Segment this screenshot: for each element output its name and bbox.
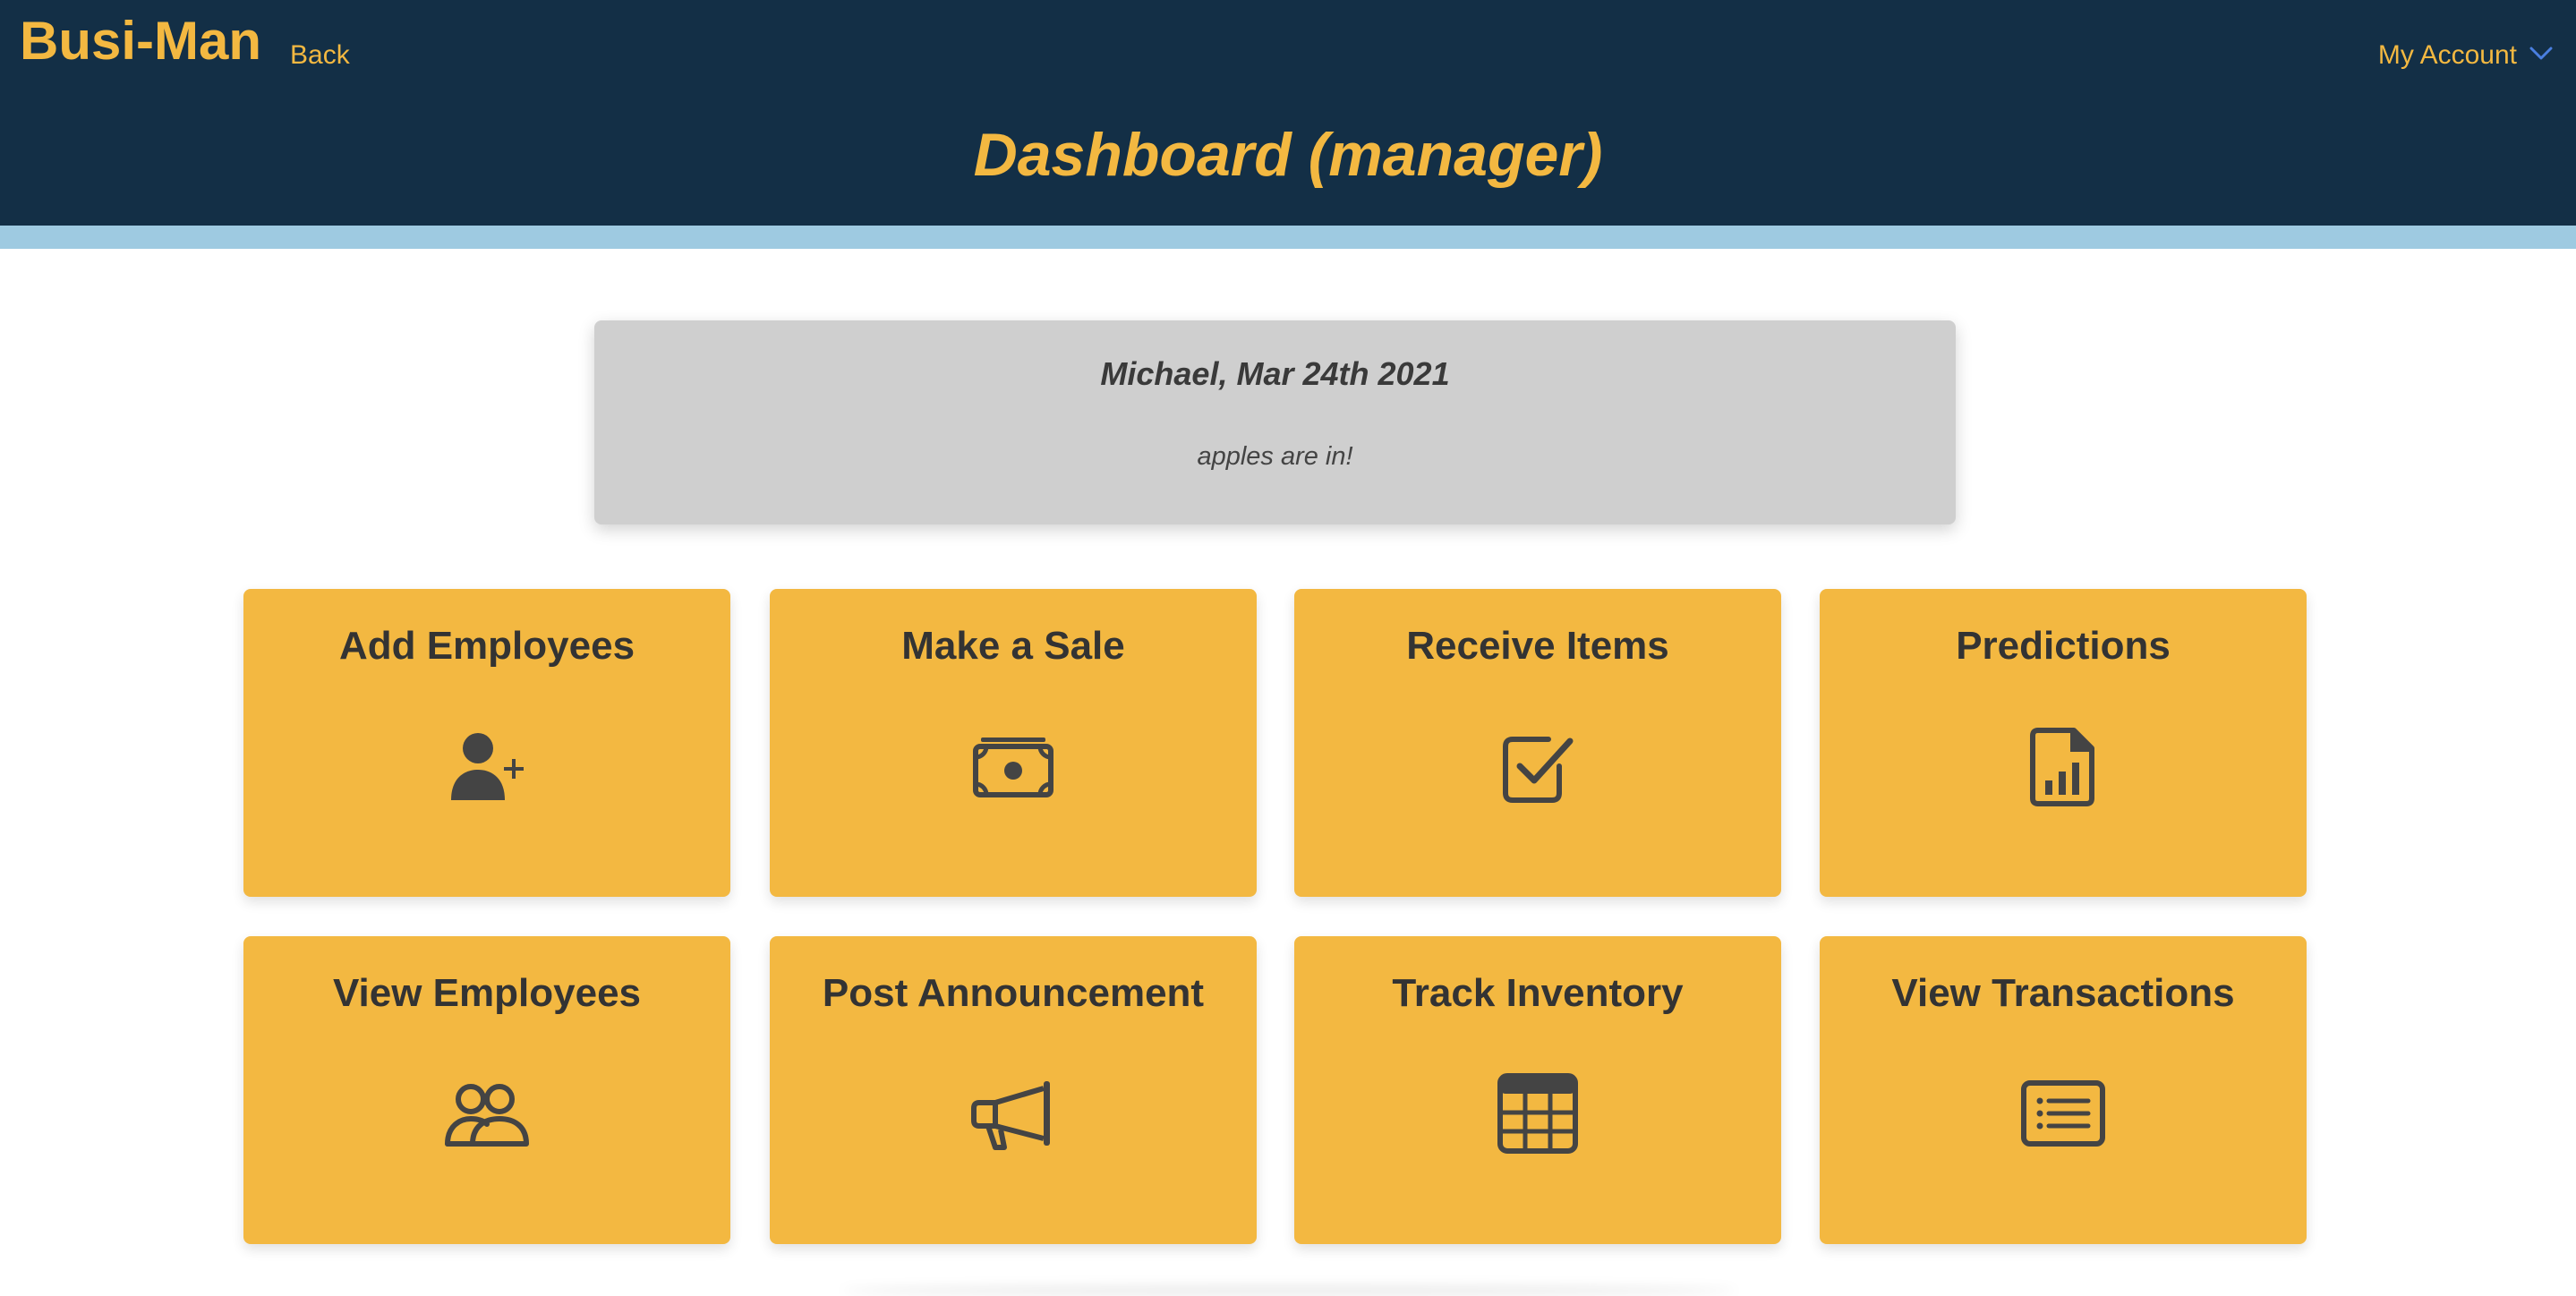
tile-track-inventory[interactable]: Track Inventory — [1294, 936, 1781, 1244]
my-account-menu[interactable]: My Account — [2378, 38, 2553, 73]
tile-title: View Employees — [332, 971, 642, 1015]
add-user-icon — [442, 721, 532, 811]
money-bill-icon — [968, 721, 1058, 811]
checkbox-icon — [1493, 721, 1582, 811]
table-icon — [1493, 1069, 1582, 1158]
back-link[interactable]: Back — [290, 38, 350, 73]
users-icon — [442, 1069, 532, 1158]
tile-title: Predictions — [1956, 624, 2171, 668]
page-title: Dashboard (manager) — [973, 121, 1603, 189]
tile-title: Receive Items — [1406, 624, 1669, 668]
brand-logo[interactable]: Busi-Man — [20, 9, 261, 73]
tile-title: View Transactions — [1891, 971, 2235, 1015]
bottom-shadow — [841, 1285, 1736, 1296]
tile-title: Track Inventory — [1392, 971, 1684, 1015]
tile-post-announcement[interactable]: Post Announcement — [770, 936, 1257, 1244]
tile-title: Make a Sale — [901, 624, 1125, 668]
my-account-label: My Account — [2377, 40, 2517, 70]
chart-file-icon — [2018, 721, 2108, 811]
tile-predictions[interactable]: Predictions — [1820, 589, 2307, 897]
tile-view-employees[interactable]: View Employees — [243, 936, 730, 1244]
announcement-text: apples are in! — [1197, 442, 1353, 471]
list-icon — [2018, 1069, 2108, 1158]
megaphone-icon — [968, 1069, 1058, 1158]
chevron-down-icon — [2529, 47, 2553, 65]
tile-add-employees[interactable]: Add Employees — [243, 589, 730, 897]
tile-view-transactions[interactable]: View Transactions — [1820, 936, 2307, 1244]
announcement-header: Michael, Mar 24th 2021 — [1100, 355, 1450, 392]
tile-title: Add Employees — [338, 624, 635, 668]
header-stripe — [0, 226, 2576, 249]
tile-receive-items[interactable]: Receive Items — [1294, 589, 1781, 897]
top-header: Busi-Man Back My Account Dashboard (mana… — [0, 0, 2576, 226]
tile-title: Post Announcement — [822, 971, 1205, 1015]
tile-make-a-sale[interactable]: Make a Sale — [770, 589, 1257, 897]
announcement-card: Michael, Mar 24th 2021 apples are in! — [594, 320, 1956, 524]
